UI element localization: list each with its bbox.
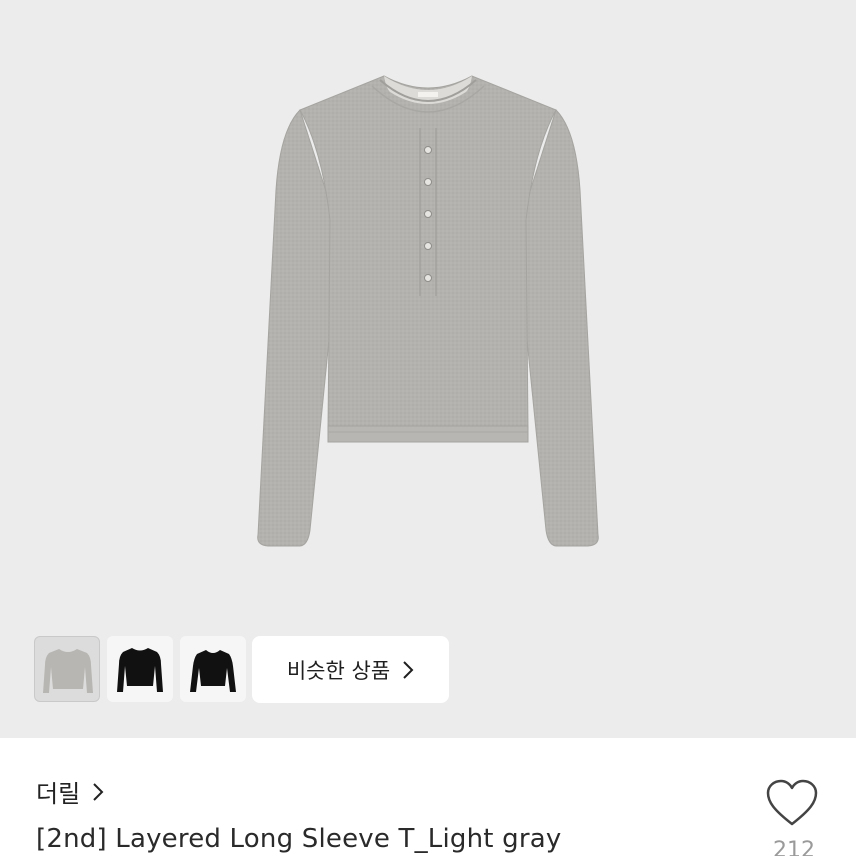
like-count: 212: [773, 838, 815, 856]
similar-products-label: 비슷한 상품: [286, 658, 391, 683]
thumbnail-list: [34, 636, 246, 702]
product-image[interactable]: 비슷한 상품: [0, 0, 856, 738]
thumbnail-shirt-gray-icon: [43, 649, 93, 693]
product-info: 더릴 [2nd] Layered Long Sleeve T_Light gra…: [0, 738, 856, 856]
product-page: 비슷한 상품 더릴 [2nd] Layered Long Sleeve T_Li…: [0, 0, 856, 856]
similar-products-button[interactable]: 비슷한 상품: [252, 636, 449, 703]
thumbnail-light-gray[interactable]: [34, 636, 100, 702]
thumbnail-shirt-black-icon: [117, 648, 163, 692]
brand-link[interactable]: 더릴: [36, 774, 104, 809]
heart-outline-icon[interactable]: [764, 778, 820, 828]
thumbnail-black-2[interactable]: [180, 636, 246, 702]
chevron-right-icon: [93, 782, 104, 801]
chevron-right-icon: [403, 660, 414, 679]
product-title: [2nd] Layered Long Sleeve T_Light gray: [36, 824, 562, 854]
thumbnail-shirt-black-icon: [190, 650, 236, 692]
thumbnail-black-1[interactable]: [107, 636, 173, 702]
brand-name: 더릴: [36, 780, 81, 808]
garment-illustration: [257, 75, 599, 547]
